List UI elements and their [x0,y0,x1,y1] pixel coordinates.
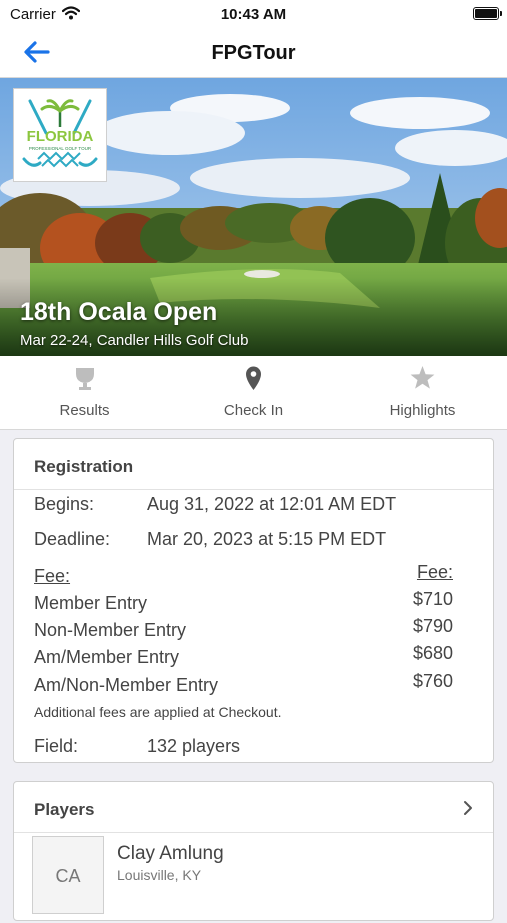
location-pin-icon [246,366,261,390]
list-item[interactable]: CA Clay Amlung Louisville, KY [14,833,493,923]
status-bar: Carrier 10:43 AM [0,0,507,30]
logo-subtext: PROFESSIONAL GOLF TOUR [29,146,92,151]
registration-card: Registration Begins: Aug 31, 2022 at 12:… [13,438,494,763]
players-heading: Players [34,800,95,819]
trophy-icon [76,368,94,390]
event-hero: FLORIDA PROFESSIONAL GOLF TOUR 18th Ocal… [0,78,507,356]
battery-icon [473,7,502,20]
fee-header-left: Fee: [34,566,71,586]
event-tab-bar: Results Check In Highlights [0,356,507,430]
begins-label: Begins: [34,494,95,514]
tab-highlights-label: Highlights [389,402,456,419]
player-location: Louisville, KY [117,867,202,883]
logo-text: FLORIDA [27,128,94,145]
fee-name: Member Entry [34,593,148,613]
deadline-label: Deadline: [34,529,111,549]
page-title: FPGTour [211,42,296,64]
fee-name: Am/Member Entry [34,647,180,667]
field-label: Field: [34,736,79,756]
registration-heading: Registration [34,457,134,476]
tab-highlights[interactable]: Highlights [338,356,507,429]
tour-logo: FLORIDA PROFESSIONAL GOLF TOUR [13,88,107,182]
tab-results-label: Results [59,402,110,419]
field-value: 132 players [147,736,241,756]
fee-name: Am/Non-Member Entry [34,675,219,695]
players-header[interactable]: Players [14,782,493,833]
fee-name: Non-Member Entry [34,620,187,640]
fee-header-right: Fee: [416,562,453,582]
checkout-fee-note: Additional fees are applied at Checkout. [34,704,282,720]
chevron-right-icon[interactable] [463,800,473,816]
players-card: Players CA Clay Amlung Louisville, KY [13,781,494,921]
fee-amount: $710 [412,589,453,609]
tab-check-in-label: Check In [223,402,284,419]
event-subtitle: Mar 22-24, Candler Hills Golf Club [20,332,249,349]
fee-amount: $680 [412,643,453,663]
avatar: CA [32,836,104,914]
deadline-value: Mar 20, 2023 at 5:15 PM EDT [147,529,387,549]
player-name: Clay Amlung [117,843,224,864]
clock: 10:43 AM [220,6,287,23]
event-title: 18th Ocala Open [20,298,218,326]
star-icon [410,366,435,389]
begins-value: Aug 31, 2022 at 12:01 AM EDT [147,494,397,514]
registration-header: Registration [14,439,493,490]
navigation-bar: FPGTour [0,30,507,78]
tab-check-in[interactable]: Check In [169,356,338,429]
fee-amount: $790 [412,616,453,636]
tab-results[interactable]: Results [0,356,169,429]
fee-amount: $760 [412,671,453,691]
